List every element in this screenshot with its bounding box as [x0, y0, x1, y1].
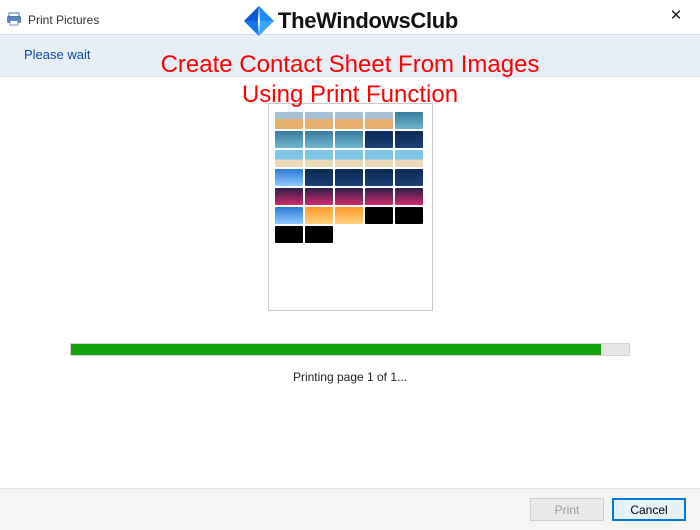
- thumbnail: [275, 112, 303, 129]
- thumbnail: [305, 207, 333, 224]
- thumbnail: [335, 188, 363, 205]
- thumbnail: [365, 207, 393, 224]
- thumbnail: [275, 131, 303, 148]
- main-content: Printing page 1 of 1...: [0, 77, 700, 384]
- window-title: Print Pictures: [28, 13, 99, 27]
- thumbnail: [275, 207, 303, 224]
- thumbnail: [395, 188, 423, 205]
- thumbnail: [305, 131, 333, 148]
- progress-fill: [71, 344, 601, 355]
- brand-logo-icon: [242, 4, 276, 38]
- thumbnail: [335, 169, 363, 186]
- thumbnail: [305, 150, 333, 167]
- cancel-button[interactable]: Cancel: [612, 498, 686, 521]
- thumbnail: [395, 131, 423, 148]
- thumbnail: [365, 112, 393, 129]
- thumbnail: [275, 150, 303, 167]
- progress-area: Printing page 1 of 1...: [70, 343, 630, 384]
- branding: TheWindowsClub: [242, 4, 458, 38]
- please-wait-label: Please wait: [24, 47, 90, 62]
- status-text: Printing page 1 of 1...: [70, 370, 630, 384]
- thumbnail: [395, 150, 423, 167]
- thumbnail: [395, 207, 423, 224]
- thumbnail: [365, 188, 393, 205]
- dialog-footer: Print Cancel: [0, 488, 700, 530]
- thumbnail: [275, 188, 303, 205]
- thumbnail: [395, 169, 423, 186]
- thumbnail: [305, 226, 333, 243]
- thumbnail: [335, 112, 363, 129]
- printer-icon: [6, 11, 22, 30]
- subheader-banner: Please wait: [0, 34, 700, 77]
- thumbnail: [365, 131, 393, 148]
- contact-sheet-preview: [268, 103, 433, 311]
- print-button-label: Print: [555, 503, 580, 517]
- thumbnail: [365, 150, 393, 167]
- thumbnail: [305, 169, 333, 186]
- thumbnail: [395, 112, 423, 129]
- print-button: Print: [530, 498, 604, 521]
- close-button[interactable]: ✕: [662, 4, 690, 26]
- progress-bar: [70, 343, 630, 356]
- thumbnail: [335, 207, 363, 224]
- thumbnail: [305, 188, 333, 205]
- thumbnail: [275, 169, 303, 186]
- brand-text: TheWindowsClub: [278, 8, 458, 34]
- thumbnail: [335, 131, 363, 148]
- cancel-button-label: Cancel: [630, 503, 667, 517]
- thumbnail: [275, 226, 303, 243]
- close-icon: ✕: [670, 6, 683, 24]
- thumbnail: [305, 112, 333, 129]
- print-pictures-window: Print Pictures ✕ TheWindowsClub Please w…: [0, 0, 700, 530]
- thumbnail: [335, 150, 363, 167]
- thumbnail: [365, 169, 393, 186]
